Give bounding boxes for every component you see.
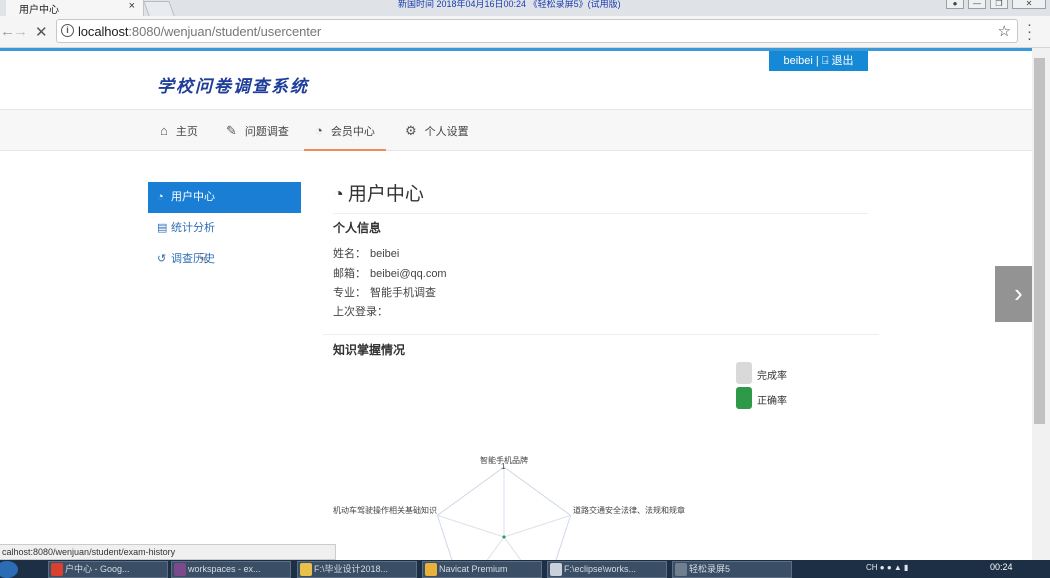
nav-item-home[interactable]: ⌂ 主页 <box>160 110 198 151</box>
star-icon[interactable]: ☆ <box>998 22 1011 40</box>
window-close-icon[interactable]: ✕ <box>1012 0 1046 9</box>
navicat-icon <box>425 563 437 576</box>
address-bar[interactable]: i localhost:8080/wenjuan/student/usercen… <box>56 19 1018 43</box>
nav-label: 会员中心 <box>330 126 375 138</box>
file-icon <box>550 563 562 576</box>
eclipse-icon <box>174 563 186 576</box>
folder-icon <box>300 563 312 576</box>
sidebar-item-label: 用户中心 <box>171 191 215 203</box>
personal-info-heading: 个人信息 <box>333 221 382 235</box>
taskbar-item[interactable]: 户中心 - Goog... <box>48 561 168 578</box>
edit-icon: ✎ <box>226 123 237 138</box>
nav-item-member-center[interactable]: ◔ 会员中心 <box>304 110 386 151</box>
field-name: 姓名： beibei <box>333 248 400 260</box>
clock[interactable]: 00:24 <box>990 562 1013 572</box>
site-logo[interactable]: 学校问卷调查系统 <box>157 72 309 97</box>
sidebar-item-history[interactable]: ↺ 调查历史 <box>148 244 301 275</box>
recording-banner: 新国时间 2018年04月16日00:24 《轻松录屏5》(试用版) <box>398 0 621 9</box>
nav-item-settings[interactable]: ⚙ 个人设置 <box>405 110 469 151</box>
nav-item-survey[interactable]: ✎ 问题调查 <box>226 110 289 151</box>
sidebar-item-label: 统计分析 <box>171 222 215 234</box>
arrow-right-icon[interactable]: → <box>13 23 28 40</box>
radar-axis <box>437 514 505 538</box>
close-icon[interactable]: ✕ <box>35 23 48 41</box>
dashboard-icon: ◔ <box>157 191 164 203</box>
chrome-icon <box>51 563 63 576</box>
indicator-label: 道路交通安全法律、法规和规章 <box>573 506 685 515</box>
profile-icon[interactable]: ● <box>946 0 964 9</box>
legend-item[interactable]: 正确率 <box>736 387 816 412</box>
indicator-label: 机动车驾驶操作相关基础知识 <box>333 506 437 515</box>
start-button[interactable] <box>0 561 18 578</box>
taskbar-item[interactable]: 轻松录屏5 <box>672 561 792 578</box>
status-url: calhost:8080/wenjuan/student/exam-histor… <box>0 544 336 560</box>
user-logout-button[interactable]: beibei | ⍈ 退出 <box>769 51 868 71</box>
main-nav: ⌂ 主页 ✎ 问题调查 ◔ 会员中心 ⚙ 个人设置 <box>0 109 1032 151</box>
chart-legend: 完成率 正确率 <box>736 362 816 412</box>
taskbar-item[interactable]: F:\eclipse\works... <box>547 561 667 578</box>
field-email: 邮箱： beibei@qq.com <box>333 268 447 280</box>
taskbar: 户中心 - Goog... workspaces - ex... F:\毕业设计… <box>0 560 1050 578</box>
legend-label: 完成率 <box>757 371 787 382</box>
knowledge-heading: 知识掌握情况 <box>333 343 406 357</box>
info-icon[interactable]: i <box>61 24 74 37</box>
nav-label: 问题调查 <box>244 126 289 138</box>
taskbar-item[interactable]: workspaces - ex... <box>171 561 291 578</box>
divider <box>323 334 879 335</box>
kebab-menu-icon[interactable]: · · · <box>1027 17 1032 46</box>
recorder-icon <box>675 563 687 576</box>
tab-title: 用户中心 <box>19 5 59 16</box>
sidebar-item-user-center[interactable]: ◔ 用户中心 <box>148 182 301 213</box>
browser-tab[interactable]: 用户中心 × <box>6 0 144 16</box>
radar-axis <box>503 514 571 538</box>
legend-swatch <box>736 362 752 384</box>
page-title: ◔ 用户中心 <box>333 184 424 205</box>
new-tab-button[interactable] <box>143 1 175 16</box>
legend-item[interactable]: 完成率 <box>736 362 816 387</box>
divider <box>333 213 868 214</box>
radar-axis <box>503 536 535 578</box>
vertical-scrollbar[interactable] <box>1032 48 1050 560</box>
scrollbar-thumb[interactable] <box>1034 58 1045 424</box>
browser-tab-bar: 用户中心 × 新国时间 2018年04月16日00:24 《轻松录屏5》(试用版… <box>0 0 1050 16</box>
url-text: localhost:8080/wenjuan/student/usercente… <box>78 24 322 39</box>
gears-icon: ⚙ <box>405 123 417 138</box>
field-last-login: 上次登录： <box>333 306 388 318</box>
field-major: 专业： 智能手机调查 <box>333 287 436 299</box>
sidebar: ◔ 用户中心 ▤ 统计分析 ↺ 调查历史 <box>148 182 301 275</box>
page-top-accent <box>0 48 1032 51</box>
nav-label: 主页 <box>175 126 198 138</box>
tab-close-icon[interactable]: × <box>129 0 135 12</box>
home-icon: ⌂ <box>160 123 168 138</box>
hand-cursor-icon: ☟ <box>199 250 208 266</box>
bar-chart-icon: ▤ <box>157 222 168 234</box>
taskbar-item[interactable]: Navicat Premium <box>422 561 542 578</box>
radar-chart: 智能手机品牌 1 道路交通安全法律、法规和规章 机动车驾驶操作相关基础知识 <box>320 450 700 578</box>
taskbar-item[interactable]: F:\毕业设计2018... <box>297 561 417 578</box>
nav-label: 个人设置 <box>424 126 469 138</box>
input-language[interactable]: CH <box>866 563 878 572</box>
radar-point <box>502 535 506 539</box>
system-tray[interactable]: CH ● ● ▲ ▮ <box>866 563 908 572</box>
axis-tick-label: 1 <box>501 462 506 471</box>
radar-axis <box>473 536 505 578</box>
sidebar-item-label: 调查历史 <box>171 253 215 265</box>
dashboard-icon: ◔ <box>315 123 323 138</box>
history-icon: ↺ <box>157 253 167 265</box>
sidebar-item-statistics[interactable]: ▤ 统计分析 <box>148 213 301 244</box>
browser-toolbar: ← → ✕ i localhost:8080/wenjuan/student/u… <box>0 16 1050 48</box>
restore-icon[interactable]: ❐ <box>990 0 1008 9</box>
legend-label: 正确率 <box>757 396 787 407</box>
dashboard-icon: ◔ <box>333 184 344 204</box>
minimize-icon[interactable]: — <box>968 0 986 9</box>
legend-swatch <box>736 387 752 409</box>
